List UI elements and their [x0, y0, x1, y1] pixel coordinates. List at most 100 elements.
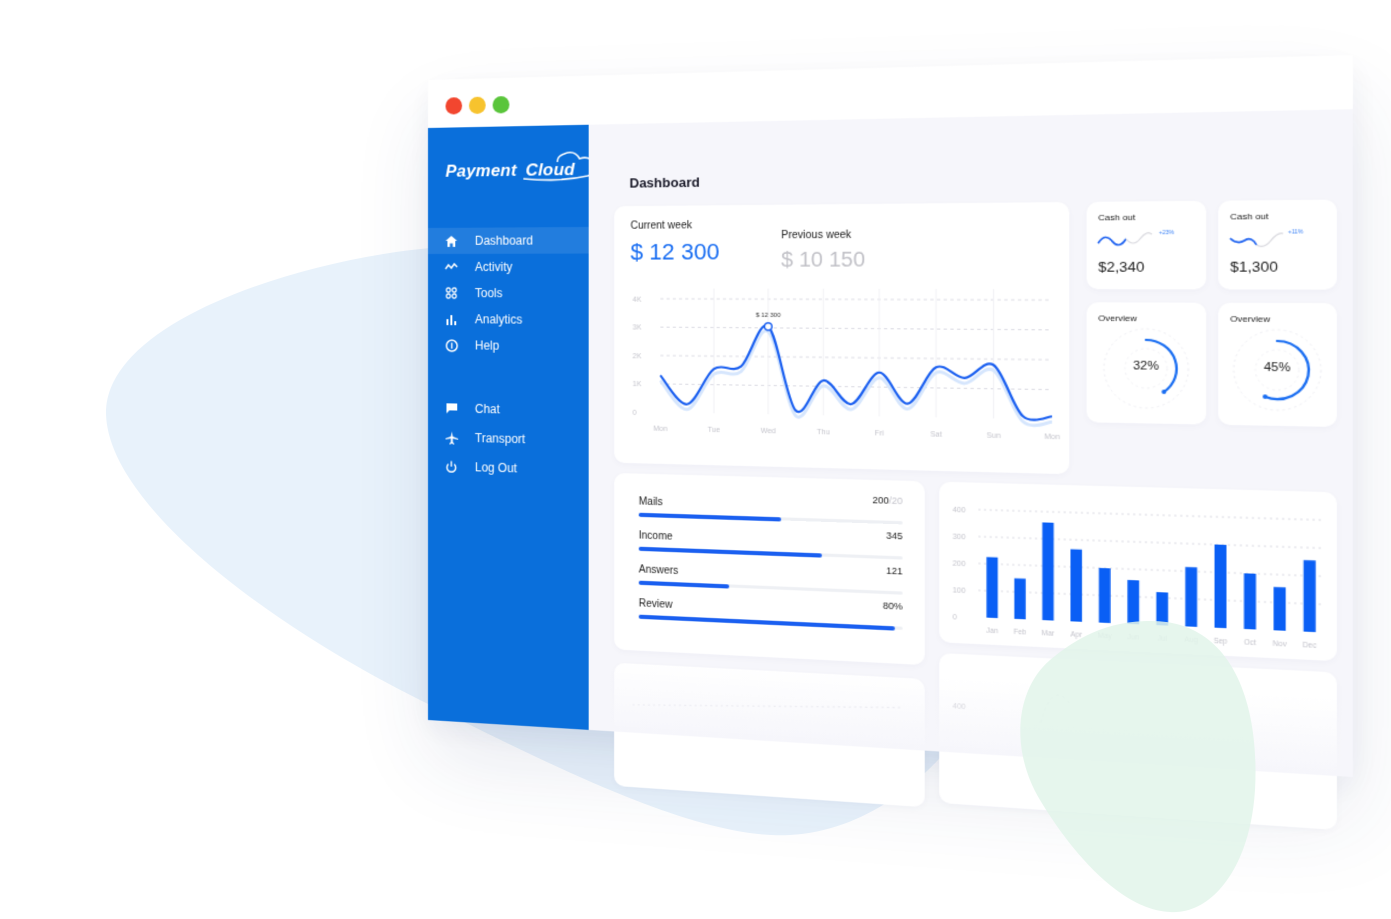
x-tick-label: Oct — [1244, 639, 1256, 647]
lower-card-arc — [939, 653, 1337, 740]
cash-out-sparkline — [1218, 227, 1337, 261]
plane-icon — [444, 430, 460, 445]
cash-out-title: Cash out — [1098, 212, 1136, 223]
sidebar-item-label: Transport — [474, 431, 526, 447]
browser-window: Payment Cloud Dashboard Activity Tools A… — [428, 55, 1353, 831]
lower-card-gridline — [614, 663, 925, 743]
power-icon — [444, 459, 460, 473]
lower-card-left — [614, 662, 925, 808]
sidebar-item-log-out[interactable]: Log Out — [428, 453, 589, 484]
y-tick-label: 100 — [953, 587, 966, 595]
bar-jan — [986, 557, 998, 619]
bar-feb — [1014, 578, 1026, 620]
progress-row-mails: Mails 200/20 — [614, 473, 925, 525]
progress-fill — [638, 512, 782, 521]
progress-track — [638, 512, 903, 525]
cash-out-value: $1,300 — [1230, 258, 1279, 276]
progress-track — [638, 614, 903, 631]
progress-list: Mails 200/20 Income 345 Answers 121 Review 80% — [614, 473, 925, 631]
logo[interactable]: Payment Cloud — [446, 160, 575, 182]
maximize-button[interactable] — [492, 96, 510, 114]
y-tick-label: 4K — [633, 297, 642, 304]
x-tick-label: Jun — [1127, 634, 1140, 642]
y-tick-label: 300 — [953, 533, 966, 541]
x-tick-label: Jul — [1157, 635, 1167, 643]
weekly-chart-card: Current week $ 12 300 Previous week $ 10… — [614, 202, 1070, 475]
y-tick-label: 0 — [633, 410, 637, 417]
tools-icon — [444, 286, 460, 300]
bar-mar — [1042, 522, 1054, 621]
progress-label: Answers — [638, 564, 679, 578]
y-tick-label: 1K — [633, 381, 642, 388]
minimize-button[interactable] — [468, 96, 486, 115]
x-tick-label: Sep — [1214, 638, 1228, 647]
cash-out-sparkline — [1087, 225, 1207, 258]
x-tick-label: Fri — [875, 430, 884, 438]
overview-card-2: Overview 45% — [1218, 302, 1337, 428]
overview-percent: 32% — [1133, 359, 1159, 374]
progress-track — [638, 546, 903, 560]
y-tick-label: 0 — [953, 614, 958, 622]
sidebar-item-label: Chat — [474, 401, 500, 417]
sidebar-item-transport[interactable]: Transport — [428, 424, 589, 454]
progress-label: Income — [638, 530, 673, 543]
progress-label: Review — [638, 598, 673, 612]
x-tick-label: Thu — [817, 429, 830, 437]
x-tick-label: Apr — [1070, 631, 1083, 639]
sidebar-item-help[interactable]: Help — [428, 332, 589, 360]
lower-card-right: 400 — [939, 653, 1337, 831]
help-icon — [444, 338, 460, 352]
sidebar-item-dashboard[interactable]: Dashboard — [428, 226, 589, 254]
activity-icon — [444, 260, 460, 274]
sidebar-item-tools[interactable]: Tools — [428, 280, 589, 307]
sidebar-nav: Dashboard Activity Tools Analytics Help — [428, 226, 589, 484]
progress-fill — [638, 580, 729, 589]
bar-jun — [1127, 579, 1140, 625]
y-tick-label: 400 — [953, 507, 966, 515]
sidebar-item-chat[interactable]: Chat — [428, 395, 589, 424]
gridline — [978, 510, 1324, 520]
chat-icon — [444, 401, 460, 415]
progress-card: Mails 200/20 Income 345 Answers 121 Review 80% — [614, 472, 925, 666]
progress-row-answers: Answers 121 — [614, 473, 925, 595]
monthly-bar-chart-card: 0 100 200 300 400 Jan Feb Mar Apr May Jun Jul Aug Sep… — [939, 481, 1337, 662]
x-tick-label: May — [1098, 632, 1113, 640]
analytics-icon — [444, 312, 460, 326]
sidebar: Payment Cloud Dashboard Activity Tools A… — [428, 124, 589, 730]
bar-sep — [1214, 544, 1227, 629]
home-icon — [444, 234, 460, 248]
sidebar-item-analytics[interactable]: Analytics — [428, 306, 589, 333]
cash-out-value: $2,340 — [1098, 258, 1145, 276]
progress-row-income: Income 345 — [614, 473, 925, 560]
sidebar-item-label: Log Out — [474, 460, 518, 476]
x-tick-label: Feb — [1014, 628, 1027, 636]
bar-nov — [1273, 586, 1286, 631]
y-tick-label: 3K — [633, 325, 642, 332]
x-tick-label: Jan — [986, 627, 998, 635]
x-tick-label: Sat — [930, 431, 942, 439]
overview-card-1: Overview 32% — [1086, 302, 1207, 425]
bar-jul — [1156, 592, 1169, 626]
cloud-icon — [520, 149, 598, 185]
close-button[interactable] — [445, 97, 463, 115]
cash-out-change: +11% — [1288, 229, 1304, 236]
progress-fill — [638, 614, 895, 631]
bar-dec — [1303, 560, 1316, 633]
bar-apr — [1070, 549, 1083, 622]
bar-oct — [1243, 573, 1256, 630]
sidebar-item-activity[interactable]: Activity — [428, 254, 589, 281]
weekly-line-chart: 0 1K 2K 3K 4K Mon Tue Wed Thu Fri Sat Sun Mon $ 12 30… — [633, 202, 1060, 441]
ring-end-dot — [1262, 394, 1268, 399]
progress-label: Mails — [638, 496, 663, 509]
progress-value: 80% — [882, 600, 903, 612]
x-tick-label: Nov — [1273, 640, 1288, 649]
gridline — [978, 537, 1324, 549]
peak-label: $ 12 300 — [756, 313, 782, 320]
x-tick-label: Sun — [987, 432, 1001, 440]
y-tick-label: 2K — [633, 353, 642, 360]
sidebar-item-label: Tools — [474, 286, 503, 301]
cash-out-title: Cash out — [1230, 211, 1269, 222]
progress-row-review: Review 80% — [614, 473, 925, 631]
x-tick-label: Dec — [1303, 642, 1318, 651]
sidebar-item-label: Dashboard — [474, 233, 534, 248]
